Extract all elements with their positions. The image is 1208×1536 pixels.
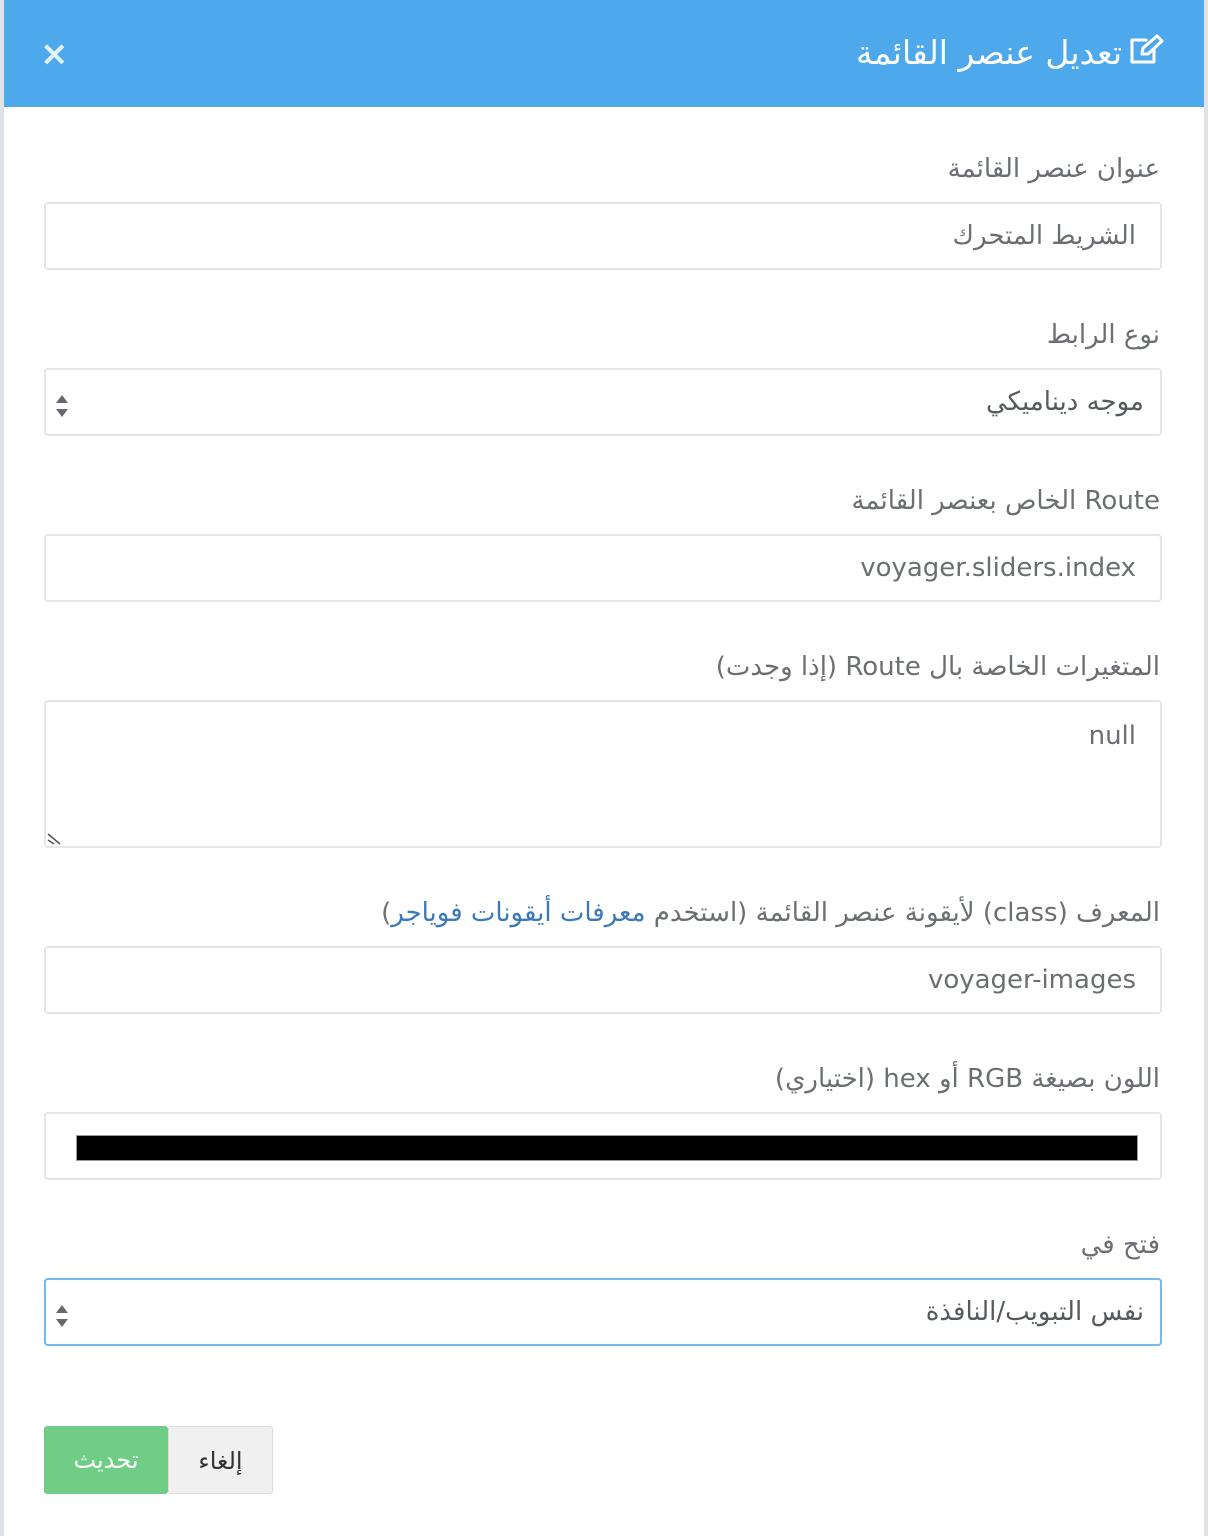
- icon-class-input-value: voyager-images: [927, 965, 1136, 995]
- modal-title-text: تعديل عنصر القائمة: [856, 33, 1122, 72]
- icon-class-label-suffix: ): [381, 898, 392, 928]
- title-label: عنوان عنصر القائمة: [947, 154, 1160, 184]
- route-input[interactable]: voyager.sliders.index: [44, 534, 1162, 602]
- route-params-textarea[interactable]: null: [44, 700, 1162, 848]
- update-button[interactable]: تحديث: [44, 1426, 168, 1494]
- target-select-value: نفس التبويب/النافذة: [925, 1297, 1144, 1327]
- voyager-icons-link[interactable]: معرفات أيقونات فوياجر: [391, 898, 645, 928]
- title-input-value: الشريط المتحرك: [952, 221, 1136, 251]
- edit-icon: [1128, 32, 1164, 78]
- select-arrows-icon: [56, 395, 68, 417]
- modal-title: تعديل عنصر القائمة: [856, 30, 1164, 78]
- link-type-label: نوع الرابط: [1046, 320, 1160, 350]
- link-type-select[interactable]: موجه ديناميكي: [44, 368, 1162, 436]
- color-label: اللون بصيغة RGB أو hex (اختياري): [774, 1064, 1160, 1094]
- target-select[interactable]: نفس التبويب/النافذة: [44, 1278, 1162, 1346]
- route-params-value: null: [1088, 721, 1136, 751]
- link-type-select-value: موجه ديناميكي: [985, 387, 1144, 417]
- edit-menu-item-modal: × تعديل عنصر القائمة عنوان عنصر القائمة …: [4, 0, 1204, 1536]
- color-input[interactable]: [44, 1112, 1162, 1180]
- resize-grip-icon[interactable]: [46, 830, 62, 846]
- color-swatch[interactable]: [76, 1135, 1138, 1161]
- modal-header: × تعديل عنصر القائمة: [4, 0, 1204, 107]
- select-arrows-icon: [56, 1305, 68, 1327]
- route-label: Route الخاص بعنصر القائمة: [851, 486, 1160, 516]
- target-label: فتح في: [1080, 1230, 1160, 1260]
- icon-class-label-text: المعرف (class) لأيقونة عنصر القائمة (است…: [645, 898, 1160, 928]
- cancel-button[interactable]: إلغاء: [168, 1426, 273, 1494]
- title-input[interactable]: الشريط المتحرك: [44, 202, 1162, 270]
- icon-class-input[interactable]: voyager-images: [44, 946, 1162, 1014]
- route-input-value: voyager.sliders.index: [860, 553, 1136, 583]
- icon-class-label: المعرف (class) لأيقونة عنصر القائمة (است…: [381, 895, 1160, 931]
- close-icon[interactable]: ×: [40, 37, 69, 71]
- route-params-label: المتغيرات الخاصة بال Route (إذا وجدت): [715, 652, 1160, 682]
